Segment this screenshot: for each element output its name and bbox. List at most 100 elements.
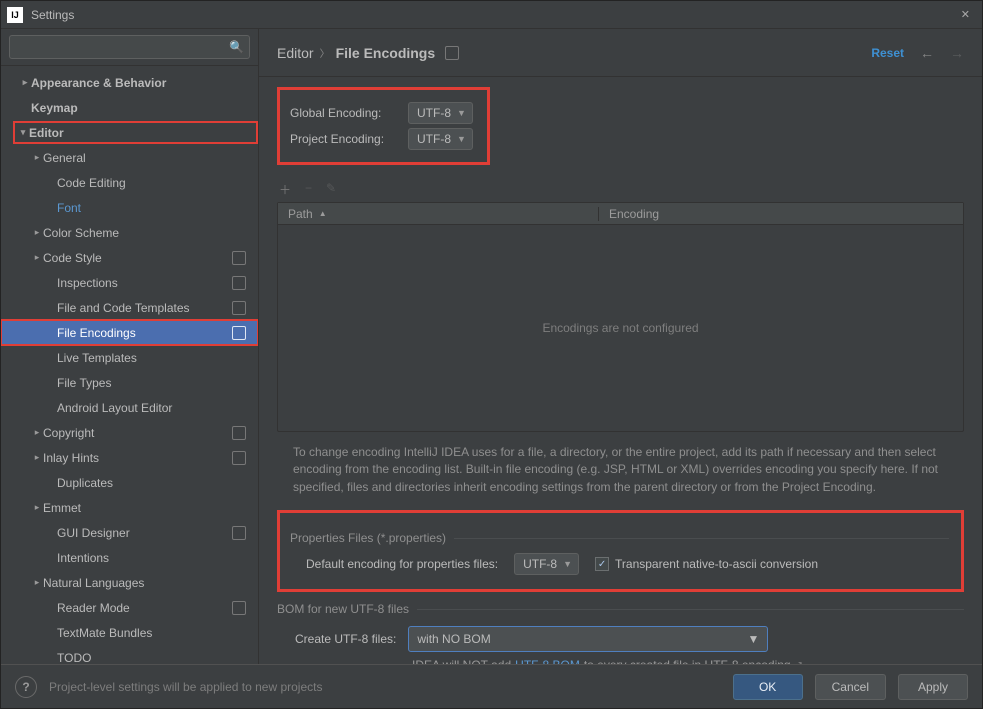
dialog-footer: ? Project-level settings will be applied… — [1, 664, 982, 708]
project-scope-icon — [232, 451, 246, 465]
chevron-down-icon: ▾ — [17, 127, 29, 138]
bom-create-label: Create UTF-8 files: — [295, 632, 396, 646]
sidebar-item-gui-designer[interactable]: GUI Designer — [1, 520, 258, 545]
sidebar-item-label: Inlay Hints — [43, 451, 99, 465]
properties-encoding-select[interactable]: UTF-8 ▼ — [514, 553, 579, 575]
path-column-header[interactable]: Path ▲ — [278, 207, 598, 221]
settings-tree[interactable]: ▸Appearance & BehaviorKeymap▾Editor▸Gene… — [1, 66, 258, 664]
sidebar-item-color-scheme[interactable]: ▸Color Scheme — [1, 220, 258, 245]
bom-hint: IDEA will NOT add UTF-8 BOM to every cre… — [412, 658, 964, 664]
sidebar-item-inlay-hints[interactable]: ▸Inlay Hints — [1, 445, 258, 470]
sidebar-item-label: Copyright — [43, 426, 94, 440]
project-scope-icon — [232, 251, 246, 265]
cancel-button[interactable]: Cancel — [815, 674, 886, 700]
chevron-right-icon: ▸ — [31, 252, 43, 263]
sidebar-item-label: Emmet — [43, 501, 81, 515]
global-encoding-select[interactable]: UTF-8 ▼ — [408, 102, 473, 124]
reset-button[interactable]: Reset — [871, 46, 904, 60]
sidebar-item-code-style[interactable]: ▸Code Style — [1, 245, 258, 270]
sidebar-item-general[interactable]: ▸General — [1, 145, 258, 170]
chevron-down-icon: ▼ — [563, 559, 572, 569]
help-button[interactable]: ? — [15, 676, 37, 698]
sidebar-item-label: Code Style — [43, 251, 102, 265]
app-logo: IJ — [7, 7, 23, 23]
sidebar-item-live-templates[interactable]: Live Templates — [1, 345, 258, 370]
sidebar-item-label: Live Templates — [57, 351, 137, 365]
breadcrumb-row: Editor 〉 File Encodings Reset ← → — [259, 29, 982, 77]
project-scope-icon — [232, 301, 246, 315]
sidebar-item-reader-mode[interactable]: Reader Mode — [1, 595, 258, 620]
properties-files-block: Properties Files (*.properties) Default … — [277, 510, 964, 592]
remove-icon[interactable]: − — [305, 181, 312, 198]
sidebar-item-font[interactable]: Font — [1, 195, 258, 220]
table-empty-message: Encodings are not configured — [278, 225, 963, 431]
encoding-column-header[interactable]: Encoding — [598, 207, 963, 221]
chevron-right-icon: ▸ — [31, 227, 43, 238]
settings-sidebar: 🔍 ▸Appearance & BehaviorKeymap▾Editor▸Ge… — [1, 29, 259, 664]
sidebar-item-todo[interactable]: TODO — [1, 645, 258, 664]
add-icon[interactable]: ＋ — [279, 181, 291, 198]
footer-message: Project-level settings will be applied t… — [49, 680, 322, 694]
sidebar-item-label: Intentions — [57, 551, 109, 565]
breadcrumb-current: File Encodings — [336, 45, 436, 61]
sidebar-item-file-and-code-templates[interactable]: File and Code Templates — [1, 295, 258, 320]
sidebar-item-label: File Types — [57, 376, 111, 390]
edit-icon[interactable]: ✎ — [326, 181, 336, 198]
chevron-right-icon: ▸ — [31, 502, 43, 513]
sidebar-item-label: Code Editing — [57, 176, 126, 190]
chevron-down-icon: ▼ — [747, 632, 759, 646]
sidebar-item-keymap[interactable]: Keymap — [1, 95, 258, 120]
sidebar-item-emmet[interactable]: ▸Emmet — [1, 495, 258, 520]
close-icon[interactable]: ✕ — [961, 8, 970, 21]
sidebar-item-label: Inspections — [57, 276, 118, 290]
sidebar-item-natural-languages[interactable]: ▸Natural Languages — [1, 570, 258, 595]
project-scope-icon — [232, 326, 246, 340]
sidebar-item-inspections[interactable]: Inspections — [1, 270, 258, 295]
sidebar-item-label: Appearance & Behavior — [31, 76, 166, 90]
project-encoding-select[interactable]: UTF-8 ▼ — [408, 128, 473, 150]
encoding-table: Path ▲ Encoding Encodings are not config… — [277, 202, 964, 432]
chevron-down-icon: ▼ — [457, 108, 466, 118]
search-input[interactable] — [9, 35, 250, 59]
project-scope-icon — [232, 426, 246, 440]
sidebar-item-label: Android Layout Editor — [57, 401, 172, 415]
chevron-right-icon: ▸ — [31, 427, 43, 438]
breadcrumb-parent[interactable]: Editor — [277, 45, 314, 61]
chevron-right-icon: ▸ — [31, 452, 43, 463]
chevron-right-icon: ▸ — [31, 152, 43, 163]
ok-button[interactable]: OK — [733, 674, 803, 700]
sidebar-item-file-encodings[interactable]: File Encodings — [1, 320, 258, 345]
sidebar-item-copyright[interactable]: ▸Copyright — [1, 420, 258, 445]
sidebar-item-textmate-bundles[interactable]: TextMate Bundles — [1, 620, 258, 645]
sidebar-item-label: Editor — [29, 126, 64, 140]
bom-select[interactable]: with NO BOM ▼ — [408, 626, 768, 652]
transparent-ascii-checkbox[interactable]: ✓ Transparent native-to-ascii conversion — [595, 557, 818, 571]
sidebar-item-code-editing[interactable]: Code Editing — [1, 170, 258, 195]
sidebar-item-label: Color Scheme — [43, 226, 119, 240]
titlebar: IJ Settings ✕ — [1, 1, 982, 29]
project-scope-icon — [232, 601, 246, 615]
project-scope-icon — [232, 276, 246, 290]
utf8-bom-link[interactable]: UTF-8 BOM — [515, 658, 580, 664]
sidebar-item-label: TextMate Bundles — [57, 626, 152, 640]
sidebar-item-label: Duplicates — [57, 476, 113, 490]
sidebar-item-duplicates[interactable]: Duplicates — [1, 470, 258, 495]
sidebar-item-label: Reader Mode — [57, 601, 130, 615]
project-scope-icon — [232, 526, 246, 540]
sidebar-item-appearance-behavior[interactable]: ▸Appearance & Behavior — [1, 70, 258, 95]
sidebar-item-intentions[interactable]: Intentions — [1, 545, 258, 570]
chevron-right-icon: 〉 — [320, 45, 330, 60]
back-icon[interactable]: ← — [920, 45, 934, 61]
sidebar-item-label: General — [43, 151, 86, 165]
sidebar-item-file-types[interactable]: File Types — [1, 370, 258, 395]
forward-icon[interactable]: → — [950, 45, 964, 61]
bom-block: BOM for new UTF-8 files Create UTF-8 fil… — [277, 602, 964, 664]
settings-content: Editor 〉 File Encodings Reset ← → Global… — [259, 29, 982, 664]
apply-button[interactable]: Apply — [898, 674, 968, 700]
sidebar-item-android-layout-editor[interactable]: Android Layout Editor — [1, 395, 258, 420]
project-scope-icon — [445, 46, 459, 60]
sidebar-item-editor[interactable]: ▾Editor — [13, 121, 258, 144]
window-controls: ✕ — [961, 8, 976, 21]
sidebar-item-label: Keymap — [31, 101, 78, 115]
sidebar-item-label: File Encodings — [57, 326, 136, 340]
